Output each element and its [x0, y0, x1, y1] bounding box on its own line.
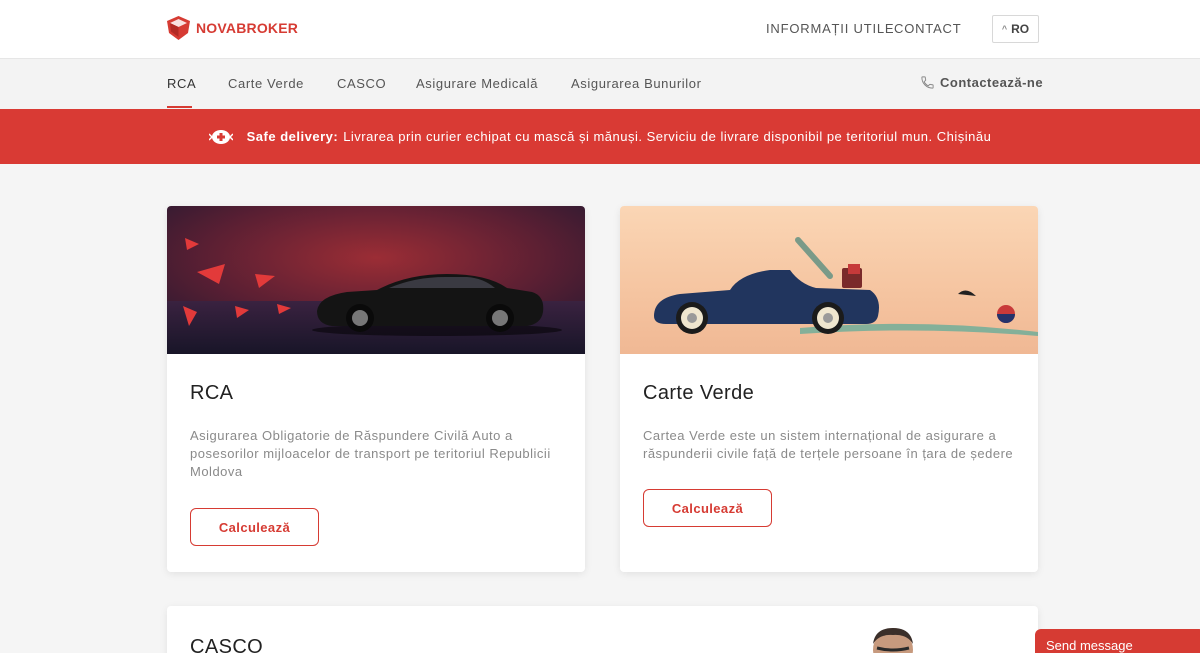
novabroker-logo-icon	[167, 16, 190, 40]
info-utile-link[interactable]: INFORMAȚII UTILE	[766, 21, 894, 36]
card-description: Asigurarea Obligatorie de Răspundere Civ…	[190, 428, 551, 479]
nav-item-casco[interactable]: CASCO	[337, 76, 386, 91]
contact-us-link[interactable]: Contactează-ne	[920, 75, 1043, 90]
carte-verde-card: Carte Verde Cartea Verde este un sistem …	[620, 206, 1038, 572]
send-message-button[interactable]: Send message	[1035, 629, 1200, 653]
medical-mask-icon	[208, 128, 233, 146]
card-title: RCA	[190, 382, 234, 404]
safe-delivery-banner: Safe delivery: Livrarea prin curier echi…	[0, 109, 1200, 164]
carte-verde-card-image	[620, 206, 1038, 354]
banner-label: Safe delivery:	[246, 129, 339, 144]
casco-card: CASCO	[167, 606, 1038, 653]
chevron-up-icon: ^	[1001, 24, 1008, 34]
nav-item-rca[interactable]: RCA	[167, 76, 196, 91]
carte-verde-calculate-button[interactable]: Calculează	[643, 489, 772, 527]
person-photo	[873, 628, 913, 653]
card-title: CASCO	[190, 636, 264, 653]
nav-item-carte-verde[interactable]: Carte Verde	[228, 76, 304, 91]
card-description: Cartea Verde este un sistem internaționa…	[643, 428, 1014, 461]
banner-text: Livrarea prin curier echipat cu mască și…	[343, 129, 992, 144]
language-label: RO	[1011, 22, 1030, 36]
logo[interactable]: NOVABROKER	[167, 16, 298, 40]
card-title: Carte Verde	[643, 382, 755, 404]
phone-icon	[921, 76, 934, 89]
contact-us-label: Contactează-ne	[940, 75, 1044, 90]
main-nav: RCA Carte Verde CASCO Asigurare Medicală…	[0, 58, 1200, 109]
logo-text: NOVABROKER	[196, 20, 299, 36]
rca-calculate-button[interactable]: Calculează	[190, 508, 319, 546]
rca-card-image	[167, 206, 585, 354]
nav-item-asigurarea-bunurilor[interactable]: Asigurarea Bunurilor	[571, 76, 702, 91]
top-bar: NOVABROKER INFORMAȚII UTILE CONTACT ^ RO	[0, 0, 1200, 58]
language-selector[interactable]: ^ RO	[992, 15, 1039, 43]
contact-link[interactable]: CONTACT	[894, 21, 961, 36]
active-nav-indicator	[167, 106, 192, 108]
rca-card: RCA Asigurarea Obligatorie de Răspundere…	[167, 206, 585, 572]
nav-item-asigurare-medicala[interactable]: Asigurare Medicală	[416, 76, 538, 91]
